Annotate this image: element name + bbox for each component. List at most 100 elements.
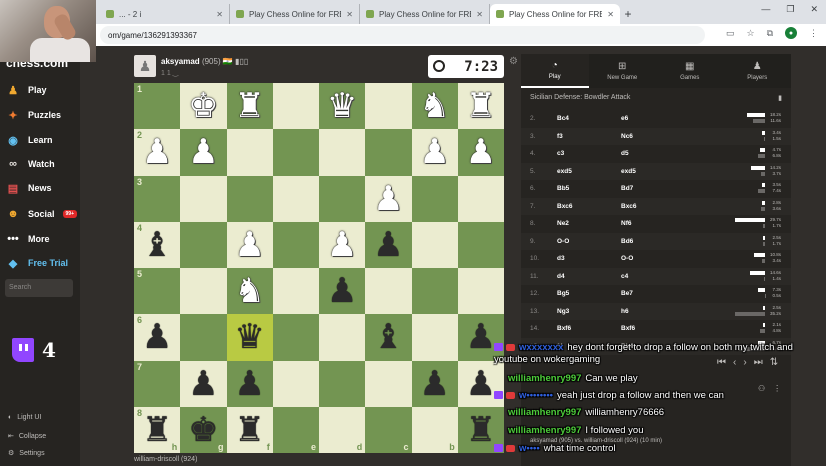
square-a4[interactable] bbox=[457, 221, 504, 268]
square-e7[interactable] bbox=[272, 360, 319, 407]
black-rook-icon[interactable]: ♜ bbox=[466, 413, 496, 447]
board-settings-icon[interactable]: ⚙ bbox=[509, 56, 518, 67]
white-pawn-icon[interactable]: ♟ bbox=[419, 135, 449, 169]
sidebar-item-news[interactable]: ▤ News bbox=[6, 181, 52, 195]
square-b7[interactable]: ♟ bbox=[411, 360, 458, 407]
square-a1[interactable]: ♜ bbox=[457, 83, 504, 130]
white-pawn-icon[interactable]: ♟ bbox=[142, 135, 172, 169]
black-king-icon[interactable]: ♚ bbox=[188, 413, 218, 447]
top-player-name[interactable]: aksyamad (905) 🇮🇳 ▮▯▯ bbox=[161, 57, 248, 66]
square-b5[interactable] bbox=[411, 268, 458, 315]
square-d4[interactable]: ♟ bbox=[319, 221, 366, 268]
square-g3[interactable] bbox=[180, 175, 227, 222]
tab-games[interactable]: ▦ Games bbox=[656, 54, 724, 88]
square-f3[interactable] bbox=[226, 175, 273, 222]
square-g7[interactable]: ♟ bbox=[180, 360, 227, 407]
square-c5[interactable] bbox=[365, 268, 412, 315]
square-c8[interactable]: c bbox=[365, 406, 412, 453]
white-move[interactable]: c3 bbox=[557, 150, 621, 157]
square-g8[interactable]: g ♚ bbox=[180, 406, 227, 453]
square-h8[interactable]: 8 h ♜ bbox=[134, 406, 181, 453]
white-rook-icon[interactable]: ♜ bbox=[466, 89, 496, 123]
white-move[interactable]: d3 bbox=[557, 255, 621, 262]
black-pawn-icon[interactable]: ♟ bbox=[234, 367, 264, 401]
square-e8[interactable]: e bbox=[272, 406, 319, 453]
black-move[interactable]: Bxf6 bbox=[621, 325, 685, 332]
square-g4[interactable] bbox=[180, 221, 227, 268]
cast-icon[interactable]: ▭ bbox=[726, 28, 735, 39]
minimize-icon[interactable]: — bbox=[761, 4, 770, 15]
profile-avatar[interactable]: ● bbox=[785, 27, 797, 39]
maximize-icon[interactable]: ❐ bbox=[786, 4, 794, 15]
white-pawn-icon[interactable]: ♟ bbox=[466, 135, 496, 169]
square-g2[interactable]: ♟ bbox=[180, 129, 227, 176]
square-f6[interactable]: ♛ bbox=[226, 314, 273, 361]
close-icon[interactable]: ✕ bbox=[216, 10, 223, 19]
square-b2[interactable]: ♟ bbox=[411, 129, 458, 176]
settings-button[interactable]: ⚙ Settings bbox=[8, 449, 45, 458]
black-pawn-icon[interactable]: ♟ bbox=[188, 367, 218, 401]
black-move[interactable]: c4 bbox=[621, 273, 685, 280]
square-g1[interactable]: ♚ bbox=[180, 83, 227, 130]
tab-players[interactable]: ♟ Players bbox=[724, 54, 792, 88]
white-move[interactable]: f3 bbox=[557, 133, 621, 140]
new-tab-button[interactable]: + bbox=[620, 4, 636, 24]
black-pawn-icon[interactable]: ♟ bbox=[419, 367, 449, 401]
white-move[interactable]: Bb5 bbox=[557, 185, 621, 192]
avatar[interactable]: ♟ bbox=[134, 55, 156, 77]
black-move[interactable]: Nf6 bbox=[621, 220, 685, 227]
square-h7[interactable]: 7 bbox=[134, 360, 181, 407]
white-knight-icon[interactable]: ♞ bbox=[234, 274, 264, 308]
light-ui-button[interactable]: ◐ Light UI bbox=[8, 414, 41, 421]
square-c4[interactable]: ♟ bbox=[365, 221, 412, 268]
white-move[interactable]: O-O bbox=[557, 238, 621, 245]
square-e6[interactable] bbox=[272, 314, 319, 361]
black-bishop-icon[interactable]: ♝ bbox=[142, 228, 172, 262]
black-rook-icon[interactable]: ♜ bbox=[234, 413, 264, 447]
black-move[interactable]: Bd6 bbox=[621, 238, 685, 245]
black-queen-icon[interactable]: ♛ bbox=[234, 320, 264, 354]
browser-tab-0[interactable]: ... - 2 i ✕ bbox=[100, 4, 230, 24]
square-e2[interactable] bbox=[272, 129, 319, 176]
browser-tab-3[interactable]: Play Chess Online for FREE - 2 S✕ bbox=[490, 4, 620, 24]
black-pawn-icon[interactable]: ♟ bbox=[142, 320, 172, 354]
black-pawn-icon[interactable]: ♟ bbox=[466, 367, 496, 401]
sidebar-item-more[interactable]: ••• More bbox=[6, 232, 49, 246]
square-b4[interactable] bbox=[411, 221, 458, 268]
browser-tab-1[interactable]: Play Chess Online for FREE - 2 i✕ bbox=[230, 4, 360, 24]
square-b3[interactable] bbox=[411, 175, 458, 222]
star-icon[interactable]: ☆ bbox=[746, 28, 754, 39]
square-f2[interactable] bbox=[226, 129, 273, 176]
square-b6[interactable] bbox=[411, 314, 458, 361]
url-input[interactable]: om/game/136291393367 bbox=[100, 26, 705, 44]
black-move[interactable]: Nc6 bbox=[621, 133, 685, 140]
white-move[interactable]: Bxc6 bbox=[557, 203, 621, 210]
square-d1[interactable]: ♛ bbox=[319, 83, 366, 130]
square-b8[interactable]: b bbox=[411, 406, 458, 453]
square-c2[interactable] bbox=[365, 129, 412, 176]
square-g5[interactable] bbox=[180, 268, 227, 315]
white-queen-icon[interactable]: ♛ bbox=[327, 89, 357, 123]
opening-name[interactable]: Sicilian Defense: Bowdler Attack bbox=[530, 94, 630, 101]
black-move[interactable]: Bxc6 bbox=[621, 203, 685, 210]
close-icon[interactable]: ✕ bbox=[607, 10, 614, 19]
black-pawn-icon[interactable]: ♟ bbox=[373, 228, 403, 262]
square-g6[interactable] bbox=[180, 314, 227, 361]
white-move[interactable]: Bg5 bbox=[557, 290, 621, 297]
sidebar-item-free-trial[interactable]: ◆ Free Trial bbox=[6, 256, 68, 270]
white-move[interactable]: Ng3 bbox=[557, 308, 621, 315]
black-bishop-icon[interactable]: ♝ bbox=[373, 320, 403, 354]
sidebar-item-puzzles[interactable]: ✦ Puzzles bbox=[6, 108, 61, 122]
square-h5[interactable]: 5 bbox=[134, 268, 181, 315]
square-h3[interactable]: 3 bbox=[134, 175, 181, 222]
chess-board[interactable]: 1 ♚ ♜ ♛ ♞ ♜ 2 ♟ ♟ ♟ ♟ 3 ♟ 4 ♝ ♟ ♟ ♟ 5 ♞ ♟ 6 ♟ ♛ ♝ ♟ 7 ♟ ♟ ♟ ♟ 8 h ♜ g ♚ f ♜ e d… bbox=[134, 83, 504, 453]
sidebar-item-watch[interactable]: ∞ Watch bbox=[6, 157, 55, 171]
black-move[interactable]: Bd7 bbox=[621, 185, 685, 192]
square-e1[interactable] bbox=[272, 83, 319, 130]
black-move[interactable]: Be7 bbox=[621, 290, 685, 297]
square-h1[interactable]: 1 bbox=[134, 83, 181, 130]
square-a5[interactable] bbox=[457, 268, 504, 315]
square-f1[interactable]: ♜ bbox=[226, 83, 273, 130]
collapse-button[interactable]: ⇤ Collapse bbox=[8, 432, 46, 441]
square-f8[interactable]: f ♜ bbox=[226, 406, 273, 453]
